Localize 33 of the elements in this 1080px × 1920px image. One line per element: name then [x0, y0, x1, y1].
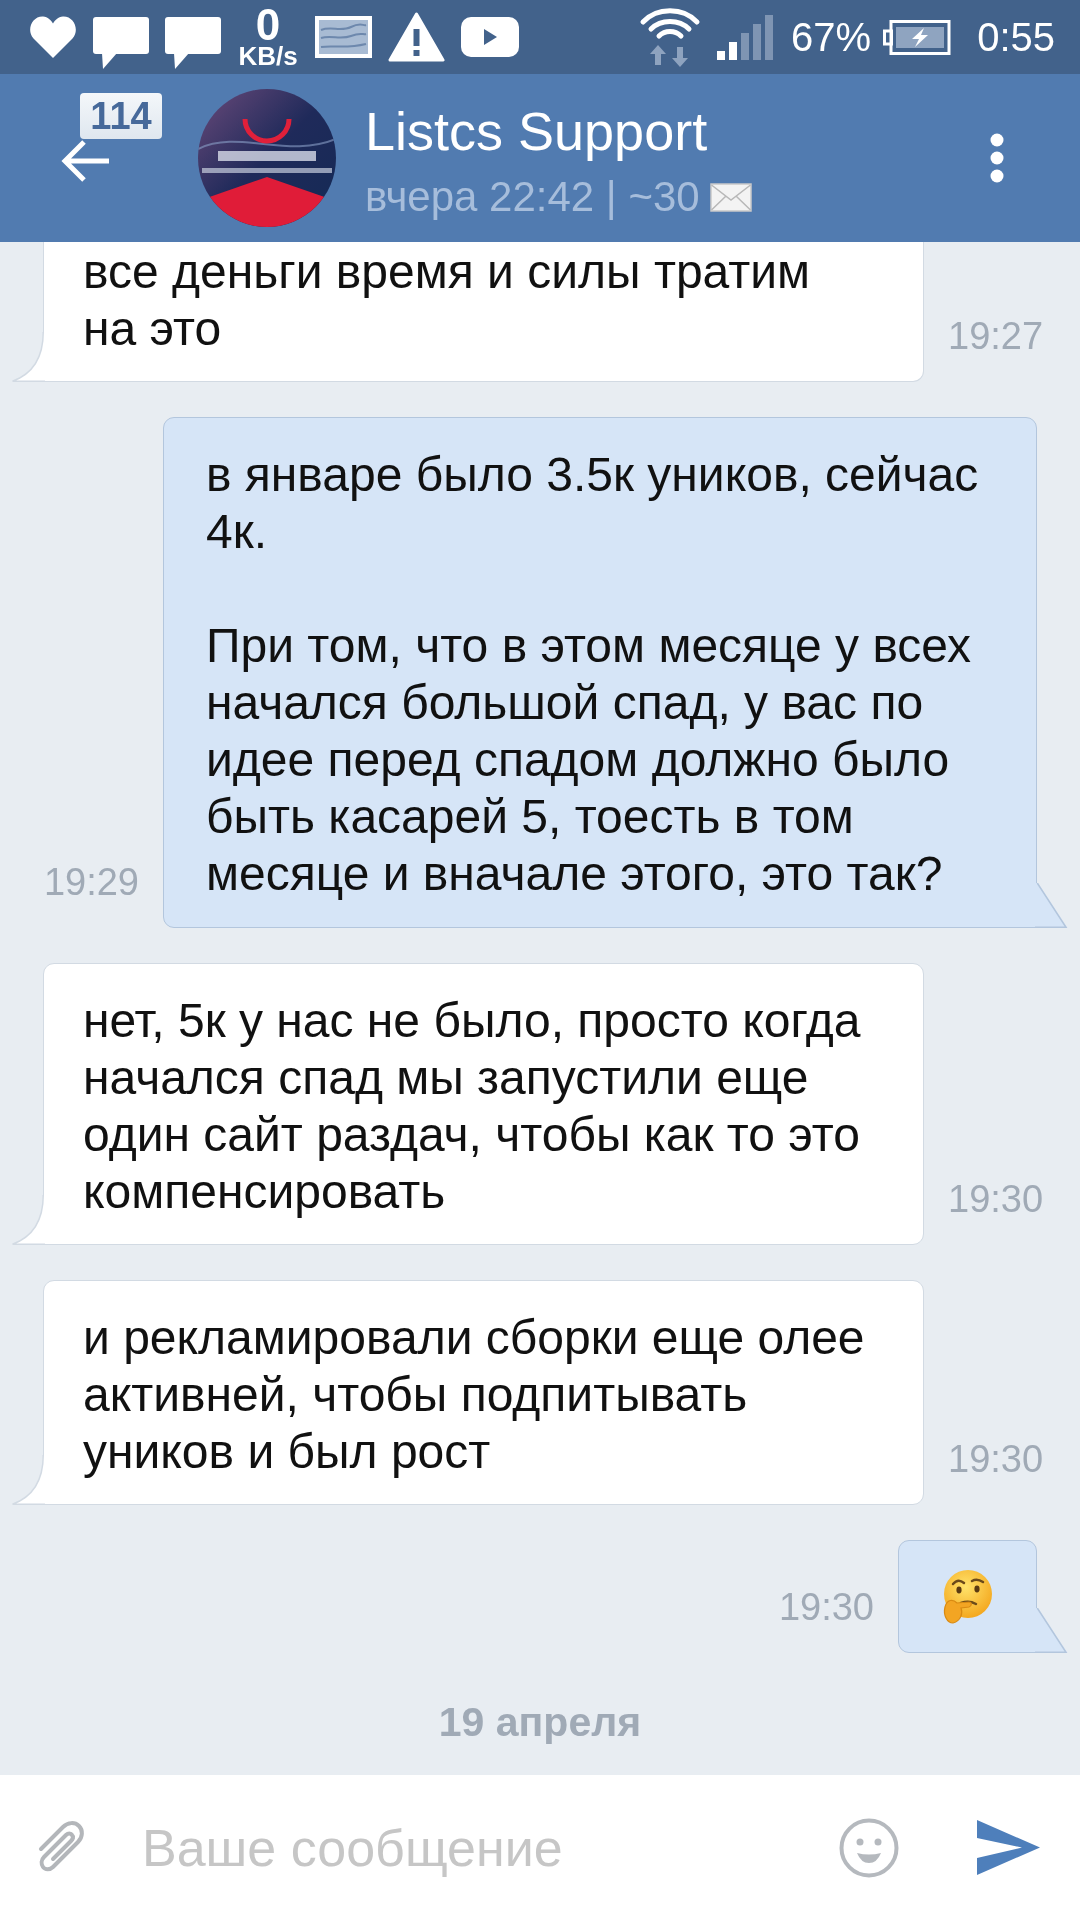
message-time: 19:27	[948, 314, 1044, 358]
wifi-icon	[639, 7, 702, 67]
message-text: и рекламировали сборки еще олее активней, чтобы подпитывать уников и был рост	[83, 1310, 866, 1480]
battery-percent: 67%	[791, 14, 872, 60]
message-text: все деньги время и силы тратим на это	[83, 244, 811, 357]
network-speed-value: 0	[255, 6, 281, 44]
back-arrow-icon	[61, 139, 111, 183]
message-text: в январе было 3.5к уников, сейчас 4к.	[206, 447, 980, 560]
message-text: При том, что в этом месяце у всех начался большой спад, у вас по идее перед спадом должно было быть касарей 5, тоесть в том месяце и вначале этого, это так?	[206, 618, 972, 902]
warning-icon	[388, 12, 445, 62]
clock-time: 0:55	[977, 14, 1055, 60]
battery-charging-icon	[883, 19, 952, 55]
chart-image-icon	[315, 16, 372, 58]
message-input-bar[interactable]: Ваше сообщение	[0, 1775, 1080, 1920]
play-button-icon	[461, 17, 519, 57]
chat-title: Listcs Support	[365, 100, 709, 162]
envelope-icon	[709, 182, 752, 212]
message-time: 19:30	[778, 1585, 874, 1629]
chat-bubble-icon	[165, 17, 221, 69]
back-button[interactable]: 114	[40, 92, 172, 224]
unread-count-badge: 114	[80, 93, 162, 139]
last-seen-status: вчера 22:42 | ~30	[365, 173, 700, 221]
message-time: 19:30	[948, 1177, 1044, 1221]
more-options-icon[interactable]	[990, 133, 1004, 183]
send-icon[interactable]	[977, 1820, 1040, 1875]
message-time: 19:29	[43, 860, 139, 904]
date-separator: 19 апреля	[438, 1699, 642, 1745]
signal-strength-icon	[717, 14, 776, 60]
message-time: 19:30	[948, 1437, 1044, 1481]
chat-bubble-icon	[93, 17, 149, 69]
network-speed-unit: KB/s	[238, 44, 298, 68]
message-text: нет, 5к у нас не было, просто когда начался спад мы запустили еще один сайт раздач, чтобы как то это компенсировать	[83, 993, 862, 1220]
heart-icon	[29, 15, 77, 59]
